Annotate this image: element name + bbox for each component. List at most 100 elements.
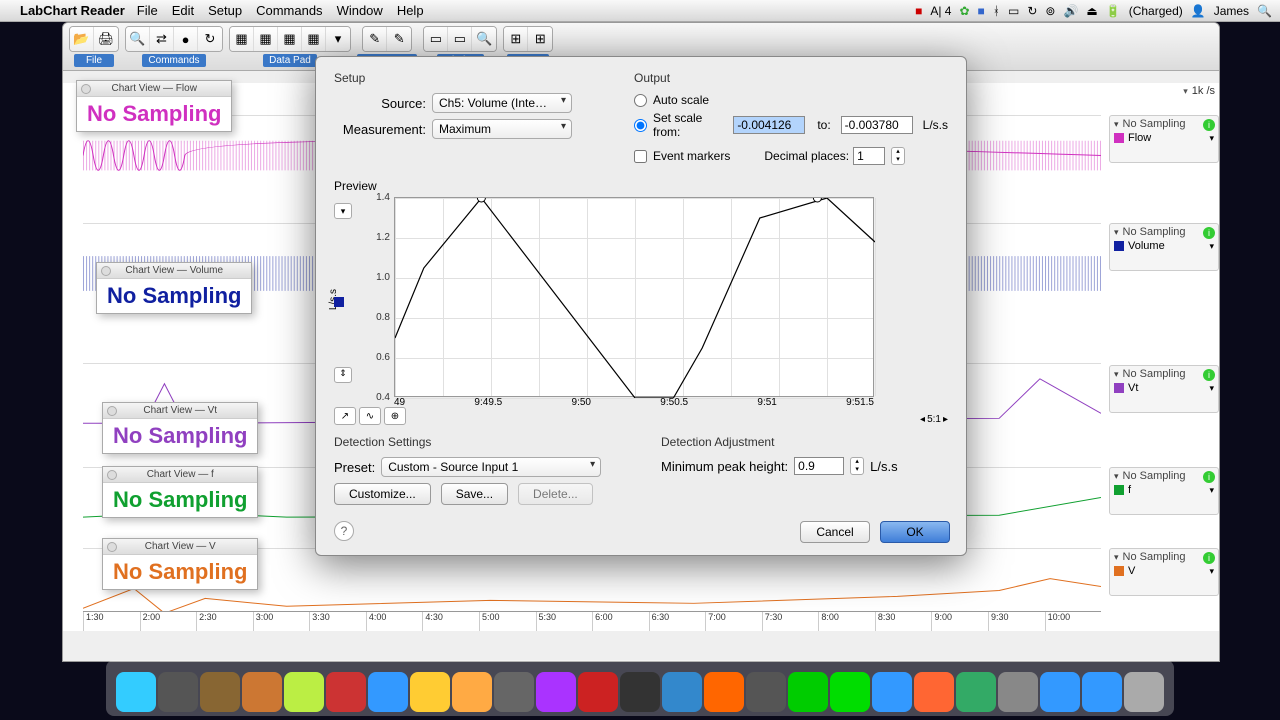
wifi-icon[interactable]: ⊚ [1045,4,1055,18]
scale-to-input[interactable] [841,116,913,134]
menu-extra-icon[interactable]: ■ [978,4,985,18]
toolbar-button[interactable]: ✎ [387,27,411,51]
dock-app-icon[interactable] [200,672,240,712]
channel-vt[interactable]: ▾ No Sampling Vt▾ i [1109,365,1219,413]
dock-app-icon[interactable] [158,672,198,712]
chart-view-window[interactable]: Chart View — VolumeNo Sampling [96,262,252,314]
menu-edit[interactable]: Edit [172,3,194,18]
chart-view-window[interactable]: Chart View — fNo Sampling [102,466,258,518]
dock-app-icon[interactable] [830,672,870,712]
user-name[interactable]: James [1214,4,1249,18]
preview-tool-2[interactable]: ∿ [359,407,381,425]
dock-app-icon[interactable] [746,672,786,712]
decimal-spinner[interactable]: ▴▾ [891,147,905,165]
menu-setup[interactable]: Setup [208,3,242,18]
scale-from-input[interactable] [733,116,805,134]
preview-chart[interactable] [394,197,874,397]
preview-zoom[interactable]: ◂ 5:1 ▸ [920,414,948,425]
dock-app-icon[interactable] [914,672,954,712]
channel-flow[interactable]: ▾ No Sampling Flow▾ i [1109,115,1219,163]
dock-app-icon[interactable] [956,672,996,712]
toolbar-button[interactable]: ▭ [424,27,448,51]
toolbar-button[interactable]: ↻ [198,27,222,51]
toolbar-button[interactable]: ▦ [302,27,326,51]
menu-window[interactable]: Window [337,3,383,18]
customize-button[interactable]: Customize... [334,483,431,505]
measurement-select[interactable]: Maximum [432,119,572,139]
toolbar-button[interactable]: ⊞ [504,27,528,51]
save-preset-button[interactable]: Save... [441,483,508,505]
dock-app-icon[interactable] [368,672,408,712]
user-icon[interactable]: 👤 [1191,4,1206,18]
chart-view-window[interactable]: Chart View — VNo Sampling [102,538,258,590]
dock-app-icon[interactable] [998,672,1038,712]
help-button[interactable]: ? [334,521,354,541]
chart-view-window[interactable]: Chart View — FlowNo Sampling [76,80,232,132]
menu-file[interactable]: File [137,3,158,18]
menu-help[interactable]: Help [397,3,424,18]
min-peak-input[interactable] [794,457,844,475]
bluetooth-icon[interactable]: ᚼ [993,4,1000,18]
toolbar-button[interactable]: ● [174,27,198,51]
toolbar-button[interactable]: 🔍 [126,27,150,51]
preview-tool-1[interactable]: ↗ [334,407,356,425]
cancel-button[interactable]: Cancel [800,521,870,543]
toolbar-button[interactable]: ▦ [254,27,278,51]
dock-app-icon[interactable] [872,672,912,712]
menu-commands[interactable]: Commands [256,3,322,18]
set-scale-radio[interactable] [634,119,647,132]
dock-app-icon[interactable] [1082,672,1122,712]
battery-icon[interactable]: 🔋 [1106,4,1121,18]
decimal-places-input[interactable] [853,147,885,165]
toolbar-button[interactable]: 🔍 [472,27,496,51]
source-select[interactable]: Ch5: Volume (Inte… [432,93,572,113]
toolbar-button[interactable]: 🖨 [94,27,118,51]
toolbar-button[interactable]: ▦ [278,27,302,51]
dock-app-icon[interactable] [326,672,366,712]
spotlight-icon[interactable]: 🔍 [1257,4,1272,18]
dock-app-icon[interactable] [662,672,702,712]
decimal-places-label: Decimal places: [764,149,849,163]
toolbar-button[interactable]: ✎ [363,27,387,51]
preset-select[interactable]: Custom - Source Input 1 [381,457,601,477]
app-name[interactable]: LabChart Reader [20,3,125,18]
preview-tool-3[interactable]: ⊕ [384,407,406,425]
preview-yaxis-tool[interactable]: ⇕ [334,367,352,383]
channel-f[interactable]: ▾ No Sampling f▾ i [1109,467,1219,515]
dock-app-icon[interactable] [578,672,618,712]
chart-view-window[interactable]: Chart View — VtNo Sampling [102,402,258,454]
display-icon[interactable]: ▭ [1008,4,1019,18]
dock-app-icon[interactable] [788,672,828,712]
toolbar-button[interactable]: ▾ [326,27,350,51]
preview-collapse-button[interactable]: ▾ [334,203,352,219]
dock-app-icon[interactable] [116,672,156,712]
channel-v[interactable]: ▾ No Sampling V▾ i [1109,548,1219,596]
delete-preset-button[interactable]: Delete... [518,483,593,505]
volume-icon[interactable]: 🔊 [1063,4,1078,18]
dock-app-icon[interactable] [536,672,576,712]
auto-scale-radio[interactable] [634,94,647,107]
toolbar-button[interactable]: ▭ [448,27,472,51]
event-markers-checkbox[interactable] [634,150,647,163]
toolbar-button[interactable]: ⊞ [528,27,552,51]
toolbar-button[interactable]: ▦ [230,27,254,51]
preview-title: Preview [334,179,948,193]
toolbar-button[interactable]: ⇄ [150,27,174,51]
min-peak-spinner[interactable]: ▴▾ [850,457,864,475]
ok-button[interactable]: OK [880,521,950,543]
channel-volume[interactable]: ▾ No Sampling Volume▾ i [1109,223,1219,271]
eject-icon[interactable]: ⏏ [1086,4,1097,18]
timemachine-icon[interactable]: ↻ [1027,4,1037,18]
dock-app-icon[interactable] [242,672,282,712]
dock-app-icon[interactable] [452,672,492,712]
dock-app-icon[interactable] [494,672,534,712]
dock-app-icon[interactable] [284,672,324,712]
dock-app-icon[interactable] [1040,672,1080,712]
dock-app-icon[interactable] [704,672,744,712]
dock-app-icon[interactable] [1124,672,1164,712]
dock-app-icon[interactable] [410,672,450,712]
time-tick: 4:00 [366,612,423,631]
toolbar-button[interactable]: 📂 [70,27,94,51]
dock-app-icon[interactable] [620,672,660,712]
dock[interactable] [106,660,1174,716]
